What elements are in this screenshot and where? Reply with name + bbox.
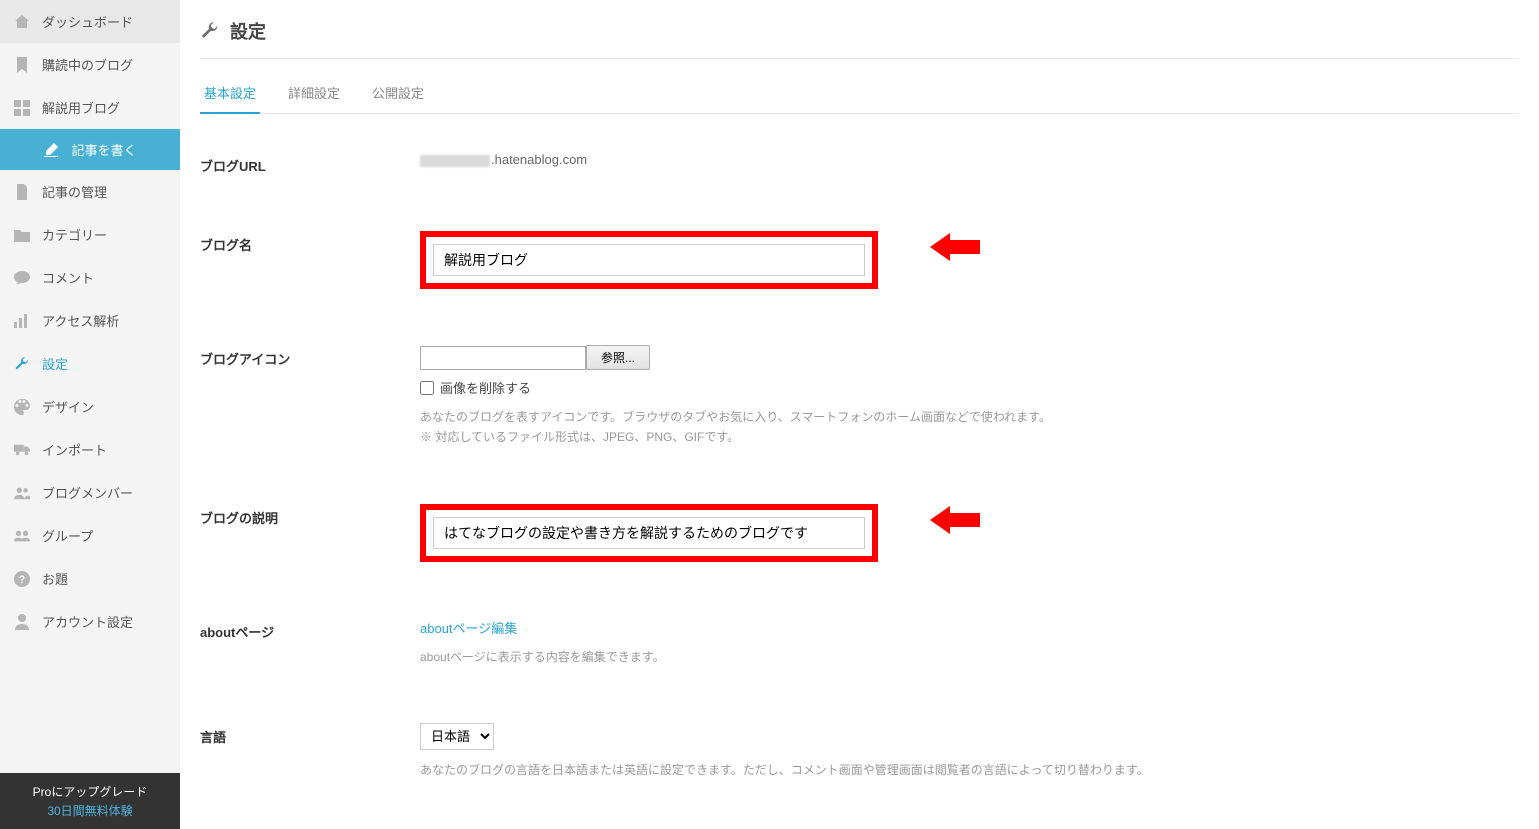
sidebar-item-categories[interactable]: カテゴリー [0,213,180,256]
sidebar-item-label: 設定 [42,354,68,373]
tab-advanced[interactable]: 詳細設定 [284,73,344,113]
sidebar-item-label: コメント [42,268,94,287]
browse-button[interactable]: 参照... [586,345,650,370]
users-icon [14,485,30,501]
wrench-icon [200,21,220,41]
sidebar-item-label: 記事を書く [71,140,136,159]
label-blog-name: ブログ名 [200,231,420,254]
sidebar-item-label: アカウント設定 [42,612,133,631]
write-post-button[interactable]: 記事を書く [0,129,180,170]
home-icon [14,14,30,30]
sidebar-item-settings[interactable]: 設定 [0,342,180,385]
trial-label: 30日間無料体験 [6,802,174,819]
bookmark-icon [14,57,30,73]
blurred-text [420,155,490,167]
sidebar-item-label: ブログメンバー [42,483,133,502]
language-select[interactable]: 日本語 [420,723,494,750]
arrow-annotation [930,233,980,261]
tab-publish[interactable]: 公開設定 [368,73,428,113]
sidebar-item-blog[interactable]: 解説用ブログ [0,86,180,129]
sidebar-item-label: お題 [42,569,68,588]
blog-desc-input[interactable] [433,517,865,549]
sidebar-item-label: 解説用ブログ [42,98,120,117]
sidebar-item-import[interactable]: インポート [0,428,180,471]
help-text: あなたのブログを表すアイコンです。ブラウザのタブやお気に入り、スマートフォンのホ… [420,407,1519,448]
highlight-box [420,231,878,289]
arrow-annotation [930,506,980,534]
sidebar-item-label: インポート [42,440,107,459]
upgrade-box[interactable]: Proにアップグレード 30日間無料体験 [0,773,180,829]
sidebar-item-comments[interactable]: コメント [0,256,180,299]
sidebar-item-label: ダッシュボード [42,12,133,31]
compose-icon [43,142,59,158]
blog-name-input[interactable] [433,244,865,276]
sidebar-item-dashboard[interactable]: ダッシュボード [0,0,180,43]
comment-icon [14,270,30,286]
sidebar-item-label: デザイン [42,397,94,416]
upgrade-label: Proにアップグレード [6,783,174,800]
tabs: 基本設定 詳細設定 公開設定 [200,73,1519,114]
truck-icon [14,442,30,458]
label-language: 言語 [200,723,420,746]
highlight-box [420,504,878,562]
group-icon [14,528,30,544]
document-icon [14,184,30,200]
delete-image-checkbox[interactable] [420,381,434,395]
help-text: あなたのブログの言語を日本語または英語に設定できます。ただし、コメント画面や管理… [420,760,1519,780]
sidebar-item-subscriptions[interactable]: 購読中のブログ [0,43,180,86]
chart-icon [14,313,30,329]
page-title: 設定 [200,18,1519,59]
label-blog-icon: ブログアイコン [200,345,420,368]
about-edit-link[interactable]: aboutページ編集 [420,618,1519,637]
sidebar-item-label: グループ [42,526,93,545]
blog-url-value: .hatenablog.com [420,152,1519,167]
sidebar-item-design[interactable]: デザイン [0,385,180,428]
user-icon [14,614,30,630]
folder-icon [14,227,30,243]
sidebar-item-account[interactable]: アカウント設定 [0,600,180,643]
label-about: aboutページ [200,618,420,641]
sidebar-item-members[interactable]: ブログメンバー [0,471,180,514]
sidebar-item-manage-posts[interactable]: 記事の管理 [0,170,180,213]
label-blog-url: ブログURL [200,152,420,175]
sidebar-item-label: 記事の管理 [42,182,107,201]
help-icon: ? [14,571,30,587]
delete-image-row[interactable]: 画像を削除する [420,378,1519,397]
tab-basic[interactable]: 基本設定 [200,73,260,114]
sidebar-item-topic[interactable]: ? お題 [0,557,180,600]
sidebar-item-group[interactable]: グループ [0,514,180,557]
sidebar-item-label: 購読中のブログ [42,55,133,74]
file-path-display [420,346,586,370]
wrench-icon [14,356,30,372]
sidebar-item-label: アクセス解析 [42,311,119,330]
palette-icon [14,399,30,415]
label-blog-desc: ブログの説明 [200,504,420,527]
grid-icon [14,100,30,116]
sidebar-item-analytics[interactable]: アクセス解析 [0,299,180,342]
sidebar-item-label: カテゴリー [42,225,107,244]
help-text: aboutページに表示する内容を編集できます。 [420,647,1519,667]
svg-text:?: ? [19,574,26,586]
